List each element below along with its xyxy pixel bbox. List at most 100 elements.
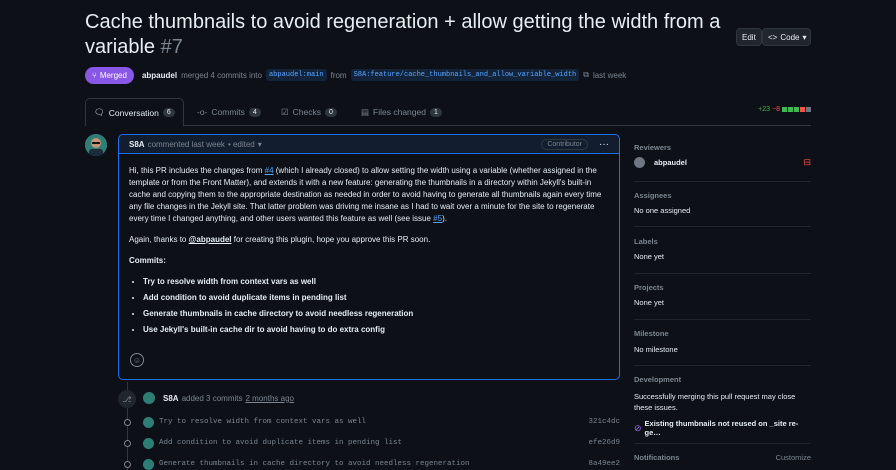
list-item: Generate thumbnails in cache directory t… xyxy=(143,308,609,320)
commit-message[interactable]: Generate thumbnails in cache directory t… xyxy=(159,460,588,468)
commit-message[interactable]: Add condition to avoid duplicate items i… xyxy=(159,439,588,447)
divider xyxy=(634,273,811,274)
status-badge: ⑂ Merged xyxy=(85,66,134,84)
tab-conversation[interactable]: 🗨 Conversation 6 xyxy=(85,98,184,127)
comment-paragraph: Hi, this PR includes the changes from #4… xyxy=(129,165,609,225)
assignees-value: No one assigned xyxy=(634,206,691,215)
commits-bullet-list: Try to resolve width from context vars a… xyxy=(143,276,609,336)
development-text: Successfully merging this pull request m… xyxy=(634,392,796,412)
pr-tabs: 🗨 Conversation 6 -o- Commits 4 ☑ Checks … xyxy=(85,98,811,127)
text: Hi, this PR includes the changes from xyxy=(129,166,265,175)
avatar[interactable] xyxy=(634,157,645,168)
development-title[interactable]: Development xyxy=(634,375,811,384)
tab-commits[interactable]: -o- Commits 4 xyxy=(197,98,261,126)
pr-author[interactable]: abpaudel xyxy=(142,71,177,80)
tab-files-count: 1 xyxy=(429,107,442,117)
event-time[interactable]: 2 months ago xyxy=(245,394,293,403)
file-diff-icon: ▤ xyxy=(361,106,370,117)
linked-issue[interactable]: ⊘ Existing thumbnails not reused on _sit… xyxy=(634,419,811,437)
copy-icon[interactable]: ⧉ xyxy=(583,70,589,80)
commit-row: Try to resolve width from context vars a… xyxy=(124,414,620,430)
commit-sha[interactable]: 321c4dc xyxy=(588,418,620,426)
status-label: Merged xyxy=(99,70,127,80)
comment-author[interactable]: S8A xyxy=(129,140,145,149)
tab-checks-count: 0 xyxy=(324,107,337,117)
pr-number: #7 xyxy=(160,36,183,58)
reviewers-title[interactable]: Reviewers xyxy=(634,143,811,152)
issue-link[interactable]: #5 xyxy=(433,214,442,223)
diffstat-additions: +23 xyxy=(758,106,771,113)
divider xyxy=(634,181,811,182)
commits-heading: Commits: xyxy=(129,256,166,265)
divider xyxy=(634,226,811,227)
avatar[interactable] xyxy=(143,392,155,404)
labels-title[interactable]: Labels xyxy=(634,237,811,246)
notifications-title: Notifications xyxy=(634,453,680,462)
edit-label: Edit xyxy=(742,32,756,42)
labels-value: None yet xyxy=(634,252,665,261)
code-label: Code xyxy=(780,32,800,42)
commit-sha[interactable]: efe26d9 xyxy=(588,439,620,447)
customize-link[interactable]: Customize xyxy=(776,453,811,462)
base-branch[interactable]: abpaudel:main xyxy=(265,69,327,81)
merged-text: merged 4 commits into xyxy=(181,70,262,80)
text: for creating this plugin, hope you appro… xyxy=(231,235,431,244)
commit-sha[interactable]: 8a49ee2 xyxy=(588,460,620,468)
divider xyxy=(634,443,811,444)
comment-box: S8A commented last week • edited ▾ Contr… xyxy=(118,134,620,380)
edit-button[interactable]: Edit xyxy=(736,28,762,46)
commit-node-icon xyxy=(124,418,131,426)
avatar[interactable] xyxy=(143,437,154,449)
comment-body: Hi, this PR includes the changes from #4… xyxy=(119,154,619,351)
code-button[interactable]: <> Code ▾ xyxy=(762,28,811,46)
divider xyxy=(634,319,811,320)
divider xyxy=(634,365,811,366)
tab-commits-label: Commits xyxy=(211,107,245,117)
comment-icon: 🗨 xyxy=(94,107,105,117)
reviewer-name[interactable]: abpaudel xyxy=(654,158,687,167)
tab-files-label: Files changed xyxy=(373,107,426,117)
push-icon: ⎇ xyxy=(118,390,136,408)
comment-meta[interactable]: commented last week xyxy=(148,140,225,149)
tab-checks[interactable]: ☑ Checks 0 xyxy=(281,98,337,126)
avatar[interactable] xyxy=(143,416,154,428)
list-item: Try to resolve width from context vars a… xyxy=(143,276,609,288)
checks-icon: ☑ xyxy=(281,106,289,117)
avatar[interactable] xyxy=(143,458,154,470)
tab-conversation-label: Conversation xyxy=(108,107,159,118)
commit-node-icon xyxy=(124,460,131,468)
add-reaction-button[interactable]: ☺ xyxy=(130,353,144,367)
text: ). xyxy=(442,214,447,223)
assignees-title[interactable]: Assignees xyxy=(634,191,811,200)
user-mention[interactable]: @abpaudel xyxy=(189,235,232,244)
code-icon: <> xyxy=(768,32,778,42)
file-diff-icon: ⊟ xyxy=(803,157,811,167)
tab-conversation-count: 6 xyxy=(162,108,175,117)
diffstat-bar xyxy=(782,107,811,112)
diffstat: +23 −8 xyxy=(758,106,811,113)
avatar[interactable] xyxy=(85,134,107,156)
timeline-event: S8A added 3 commits 2 months ago xyxy=(143,392,294,404)
commit-node-icon xyxy=(124,439,131,447)
comment-paragraph: Again, thanks to @abpaudel for creating … xyxy=(129,234,609,246)
contributor-badge: Contributor xyxy=(541,138,588,150)
smiley-icon: ☺ xyxy=(132,355,142,365)
chevron-down-icon: ▾ xyxy=(802,32,807,42)
text: Again, thanks to xyxy=(129,235,189,244)
tab-checks-label: Checks xyxy=(292,107,321,117)
issue-link[interactable]: #4 xyxy=(265,166,274,175)
tab-files-changed[interactable]: ▤ Files changed 1 xyxy=(361,98,442,126)
milestone-title[interactable]: Milestone xyxy=(634,329,811,338)
chevron-down-icon[interactable]: ▾ xyxy=(258,140,262,149)
comment-edited[interactable]: • edited xyxy=(228,140,255,149)
projects-title[interactable]: Projects xyxy=(634,283,811,292)
commit-icon: -o- xyxy=(197,107,208,117)
commit-message[interactable]: Try to resolve width from context vars a… xyxy=(159,418,588,426)
issue-closed-icon: ⊘ xyxy=(634,422,642,433)
event-text: added 3 commits xyxy=(181,393,243,403)
head-branch[interactable]: S8A:feature/cache_thumbnails_and_allow_v… xyxy=(350,69,580,81)
event-author[interactable]: S8A xyxy=(163,394,179,403)
reviewer-row: abpaudel ⊟ xyxy=(634,157,811,168)
kebab-menu-icon[interactable]: ··· xyxy=(599,139,609,150)
list-item: Use Jekyll's built-in cache dir to avoid… xyxy=(143,324,609,336)
